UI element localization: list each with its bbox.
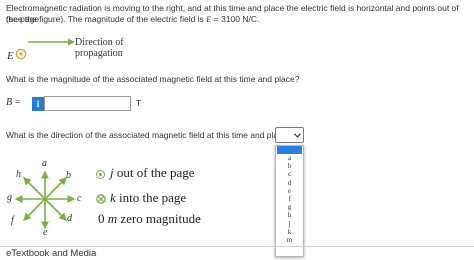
arrow-d bbox=[44, 198, 67, 221]
compass-label-e: e bbox=[43, 227, 48, 238]
compass-label-c: c bbox=[77, 193, 82, 204]
option-b[interactable]: b bbox=[276, 162, 303, 170]
compass-label-g: g bbox=[7, 192, 12, 203]
option-m[interactable]: m bbox=[276, 236, 303, 244]
legend-k-text: into the page bbox=[115, 190, 187, 205]
option-a[interactable]: a bbox=[276, 154, 303, 162]
compass-label-b: b bbox=[66, 170, 71, 181]
chevron-down-icon bbox=[294, 133, 301, 138]
arrow-b bbox=[44, 177, 67, 200]
legend-m-text: zero magnitude bbox=[117, 211, 201, 226]
option-h[interactable]: h bbox=[276, 211, 303, 219]
b-magnitude-input[interactable] bbox=[44, 96, 131, 111]
propagation-label-line2: propagation bbox=[75, 48, 123, 59]
option-d[interactable]: d bbox=[276, 179, 303, 187]
legend-m-prefix: 0 bbox=[98, 211, 108, 226]
into-page-icon bbox=[96, 194, 106, 204]
option-k[interactable]: k bbox=[276, 228, 303, 236]
etextbook-link[interactable]: eTextbook and Media bbox=[6, 248, 96, 259]
compass-label-f: f bbox=[11, 215, 14, 226]
option-c[interactable]: c bbox=[276, 170, 303, 178]
option-j[interactable]: j bbox=[276, 220, 303, 228]
propagation-label-line1: Direction of bbox=[75, 37, 124, 48]
compass-label-h: h bbox=[16, 169, 21, 180]
legend-m: 0 m zero magnitude bbox=[98, 211, 201, 227]
compass-label-a: a bbox=[42, 158, 47, 169]
b-field-label: B = bbox=[6, 97, 21, 108]
part1-question: What is the magnitude of the associated … bbox=[6, 74, 300, 84]
option-g[interactable]: g bbox=[276, 203, 303, 211]
legend-k: k into the page bbox=[110, 190, 186, 206]
legend-j-text: out of the page bbox=[113, 165, 195, 180]
highlighted-blank-option[interactable] bbox=[277, 146, 302, 154]
question-text-prefix: (see the figure). The magnitude of the e… bbox=[6, 14, 207, 24]
b-symbol: B bbox=[6, 97, 13, 108]
arrow-f bbox=[23, 198, 46, 221]
direction-select[interactable] bbox=[275, 127, 304, 143]
b-equals: = bbox=[14, 97, 21, 108]
electric-field-value: 3100 N/C. bbox=[221, 14, 260, 24]
option-e[interactable]: e bbox=[276, 187, 303, 195]
unit-label: T bbox=[136, 98, 142, 108]
e-field-label: E bbox=[7, 50, 14, 62]
out-of-page-icon bbox=[96, 170, 105, 179]
part2-question: What is the direction of the associated … bbox=[6, 130, 292, 140]
arrow-h bbox=[23, 177, 46, 200]
direction-options-list[interactable]: a b c d e f g h j k m bbox=[275, 145, 304, 257]
legend-j: j out of the page bbox=[110, 165, 195, 181]
option-f[interactable]: f bbox=[276, 195, 303, 203]
info-icon[interactable]: i bbox=[32, 97, 44, 111]
compass-label-d: d bbox=[67, 213, 72, 224]
legend-m-letter: m bbox=[107, 211, 118, 226]
question-text-line2: (see the figure). The magnitude of the e… bbox=[6, 14, 472, 25]
equals-sign: = bbox=[211, 14, 222, 24]
propagation-arrow bbox=[28, 38, 75, 46]
e-field-out-of-page-icon bbox=[15, 48, 27, 60]
